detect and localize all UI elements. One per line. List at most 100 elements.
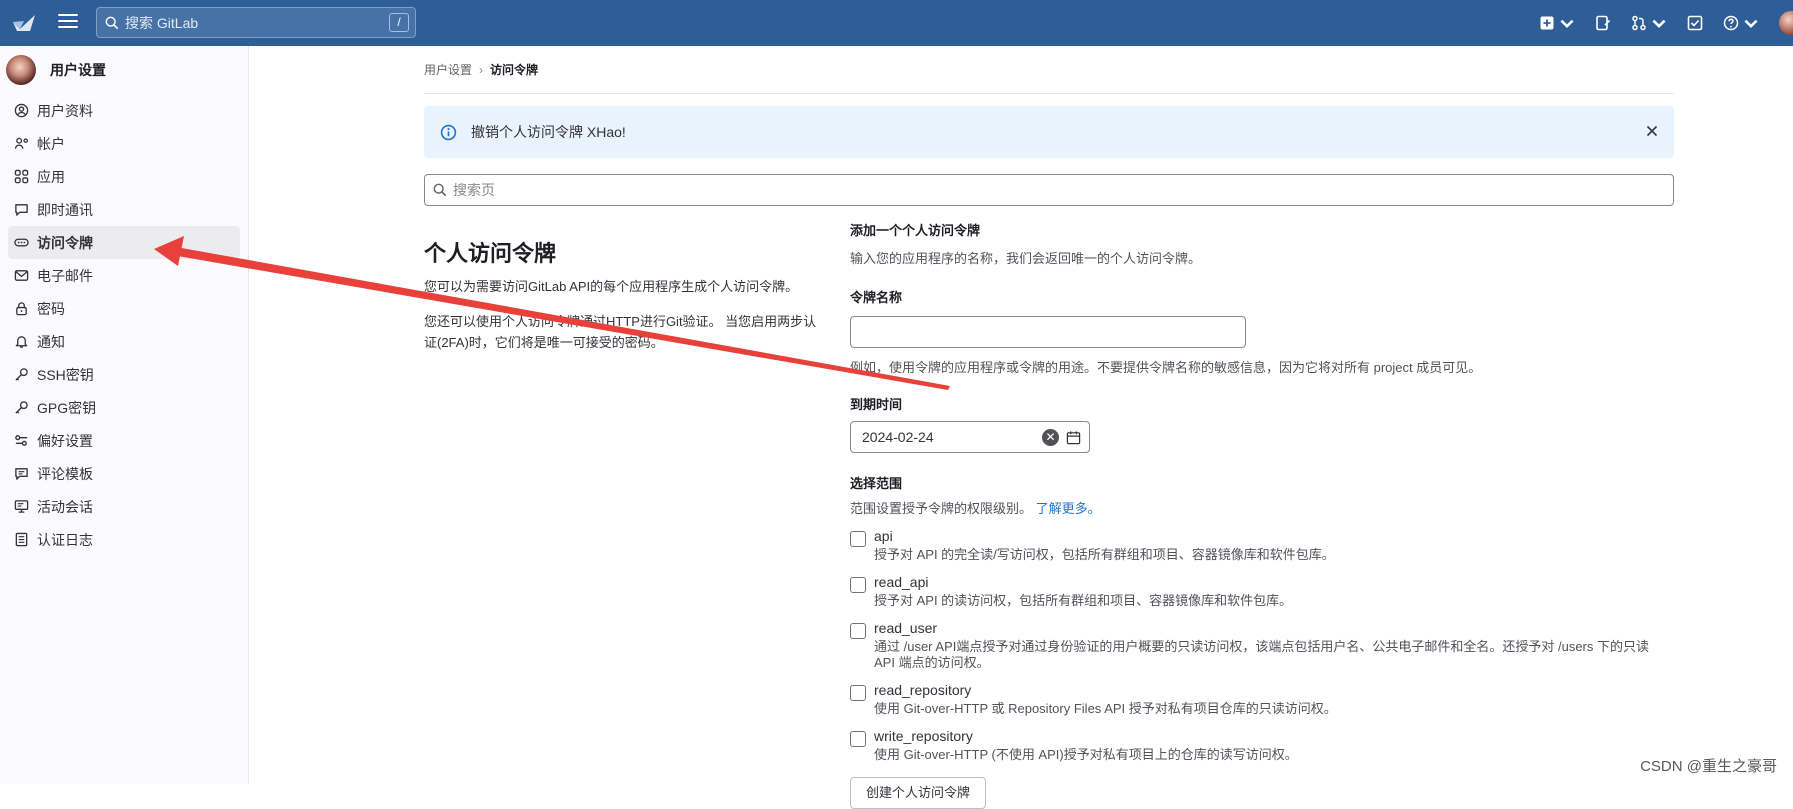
sidebar-item-emails[interactable]: 电子邮件: [8, 259, 240, 292]
sidebar-item-ssh-keys[interactable]: SSH密钥: [8, 358, 240, 391]
sidebar-item-label: 用户资料: [37, 101, 93, 121]
sidebar-item-auth-log[interactable]: 认证日志: [8, 523, 240, 556]
sidebar-item-label: 访问令牌: [37, 233, 93, 253]
expiry-date-value: 2024-02-24: [862, 429, 934, 445]
sidebar-item-label: 评论模板: [37, 464, 93, 484]
search-placeholder: 搜索 GitLab: [125, 13, 198, 33]
account-icon: [14, 136, 29, 151]
scope-option-read-user[interactable]: read_user 通过 /user API端点授予对通过身份验证的用户概要的只…: [850, 620, 1674, 671]
merge-requests-menu[interactable]: [1631, 13, 1667, 33]
sidebar-item-preferences[interactable]: 偏好设置: [8, 424, 240, 457]
main-content: 用户设置 › 访问令牌 撤销个人访问令牌 XHao! 搜索页 个人访问令牌 您可…: [424, 46, 1674, 809]
create-new-menu[interactable]: [1539, 13, 1575, 33]
page-search-placeholder: 搜索页: [453, 180, 495, 200]
profile-icon: [14, 103, 29, 118]
search-shortcut-badge: /: [389, 13, 409, 32]
scope-option-read-repository[interactable]: read_repository 使用 Git-over-HTTP 或 Repos…: [850, 682, 1674, 717]
chat-icon: [14, 202, 29, 217]
log-icon: [14, 532, 29, 547]
scope-name: api: [874, 528, 1664, 544]
scope-checkbox[interactable]: [850, 623, 866, 639]
token-name-field[interactable]: [850, 316, 1246, 348]
scope-option-write-repository[interactable]: write_repository 使用 Git-over-HTTP (不使用 A…: [850, 728, 1674, 763]
sidebar-item-active-sessions[interactable]: 活动会话: [8, 490, 240, 523]
scope-name: read_repository: [874, 682, 1664, 698]
token-name-help: 例如，使用令牌的应用程序或令牌的用途。不要提供令牌名称的敏感信息，因为它将对所有…: [850, 357, 1674, 376]
sidebar-item-label: SSH密钥: [37, 365, 94, 385]
merge-request-icon: [1631, 15, 1647, 31]
issues-button[interactable]: [1595, 13, 1611, 33]
sidebar-item-profile[interactable]: 用户资料: [8, 94, 240, 127]
expiry-date-input[interactable]: 2024-02-24 ✕: [850, 421, 1090, 453]
user-avatar[interactable]: [1779, 11, 1793, 35]
monitor-icon: [14, 499, 29, 514]
gitlab-logo-icon[interactable]: [10, 9, 38, 37]
scope-name: write_repository: [874, 728, 1664, 744]
scope-description: 使用 Git-over-HTTP (不使用 API)授予对私有项目上的仓库的读写…: [874, 747, 1664, 763]
sidebar-header: 用户设置: [0, 46, 248, 94]
scope-help: 范围设置授予令牌的权限级别。 了解更多。: [850, 498, 1674, 517]
mail-icon: [14, 268, 29, 283]
sidebar-item-label: 通知: [37, 332, 65, 352]
scope-checkbox[interactable]: [850, 685, 866, 701]
expiry-label: 到期时间: [850, 394, 1674, 413]
close-icon[interactable]: [1644, 123, 1660, 139]
sidebar-item-label: 认证日志: [37, 530, 93, 550]
sidebar-item-gpg-keys[interactable]: GPG密钥: [8, 391, 240, 424]
info-icon: [440, 124, 457, 141]
sidebar-item-label: 即时通讯: [37, 200, 93, 220]
sidebar-item-label: 应用: [37, 167, 65, 187]
chevron-down-icon: [1559, 15, 1575, 31]
sidebar-item-applications[interactable]: 应用: [8, 160, 240, 193]
intro-section: 个人访问令牌 您可以为需要访问GitLab API的每个应用程序生成个人访问令牌…: [424, 220, 850, 809]
intro-paragraph-2: 您还可以使用个人访问令牌通过HTTP进行Git验证。 当您启用两步认证(2FA)…: [424, 311, 824, 353]
page-search-input[interactable]: 搜索页: [424, 174, 1674, 206]
scope-name: read_api: [874, 574, 1664, 590]
sidebar-item-label: 偏好设置: [37, 431, 93, 451]
sidebar-item-notifications[interactable]: 通知: [8, 325, 240, 358]
form-section-help: 输入您的应用程序的名称，我们会返回唯一的个人访问令牌。: [850, 248, 1674, 267]
breadcrumb-parent[interactable]: 用户设置: [424, 61, 472, 78]
key-icon: [14, 400, 29, 415]
global-search-input[interactable]: 搜索 GitLab /: [96, 7, 416, 38]
plus-square-icon: [1539, 15, 1555, 31]
clear-date-icon[interactable]: ✕: [1042, 429, 1059, 446]
sidebar-item-label: 密码: [37, 299, 65, 319]
sidebar-item-chat[interactable]: 即时通讯: [8, 193, 240, 226]
breadcrumb-separator: ›: [479, 63, 483, 77]
scope-label: 选择范围: [850, 473, 1674, 492]
scope-option-api[interactable]: api 授予对 API 的完全读/写访问权，包括所有群组和项目、容器镜像库和软件…: [850, 528, 1674, 563]
scope-option-read-api[interactable]: read_api 授予对 API 的读访问权，包括所有群组和项目、容器镜像库和软…: [850, 574, 1674, 609]
sidebar-item-label: 活动会话: [37, 497, 93, 517]
todos-button[interactable]: [1687, 13, 1703, 33]
sidebar-item-comment-templates[interactable]: 评论模板: [8, 457, 240, 490]
scope-checkbox[interactable]: [850, 731, 866, 747]
notifications-icon: [14, 334, 29, 349]
chevron-down-icon: [1651, 15, 1667, 31]
comment-icon: [14, 466, 29, 481]
sidebar-item-account[interactable]: 帐户: [8, 127, 240, 160]
help-icon: [1723, 15, 1739, 31]
breadcrumb-current[interactable]: 访问令牌: [490, 61, 538, 78]
key-icon: [14, 367, 29, 382]
create-token-button[interactable]: 创建个人访问令牌: [850, 777, 986, 809]
sidebar-avatar[interactable]: [6, 55, 36, 85]
alert-text: 撤销个人访问令牌 XHao!: [471, 122, 626, 142]
calendar-icon[interactable]: [1066, 430, 1081, 445]
lock-icon: [14, 301, 29, 316]
add-token-form: 添加一个个人访问令牌 输入您的应用程序的名称，我们会返回唯一的个人访问令牌。 令…: [850, 220, 1674, 809]
settings-sidebar: 用户设置 用户资料 帐户 应用 即时通讯 访问令牌 电子邮件 密码 通知 SSH…: [0, 46, 249, 784]
menu-toggle-icon[interactable]: [58, 14, 78, 32]
sidebar-item-label: GPG密钥: [37, 398, 96, 418]
scope-checkbox[interactable]: [850, 531, 866, 547]
scope-help-text: 范围设置授予令牌的权限级别。: [850, 501, 1032, 516]
scope-checkbox[interactable]: [850, 577, 866, 593]
preferences-icon: [14, 433, 29, 448]
scope-description: 授予对 API 的读访问权，包括所有群组和项目、容器镜像库和软件包库。: [874, 593, 1664, 609]
learn-more-link[interactable]: 了解更多。: [1036, 501, 1101, 516]
help-menu[interactable]: [1723, 13, 1759, 33]
sidebar-item-access-tokens[interactable]: 访问令牌: [8, 226, 240, 259]
sidebar-item-password[interactable]: 密码: [8, 292, 240, 325]
scope-description: 使用 Git-over-HTTP 或 Repository Files API …: [874, 701, 1664, 717]
sidebar-title: 用户设置: [50, 60, 106, 80]
